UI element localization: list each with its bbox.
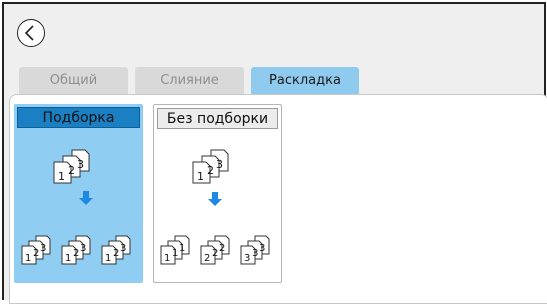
svg-text:2: 2	[68, 164, 75, 177]
down-arrow-icon	[208, 192, 222, 206]
collate-option[interactable]: Подборка 123 123 1 2 3 1 2 3	[14, 104, 143, 283]
svg-text:2: 2	[207, 164, 214, 177]
svg-text:3: 3	[252, 248, 258, 259]
svg-text:1: 1	[65, 253, 71, 264]
svg-text:1: 1	[197, 170, 204, 183]
back-button[interactable]	[17, 19, 45, 47]
svg-text:2: 2	[204, 253, 210, 264]
svg-text:3: 3	[80, 243, 86, 254]
svg-text:3: 3	[120, 243, 126, 254]
svg-text:2: 2	[219, 243, 225, 254]
uncollate-label: Без подборки	[157, 108, 278, 129]
document-stack-icon: 123	[192, 149, 229, 184]
svg-text:2: 2	[33, 248, 39, 259]
svg-text:2: 2	[113, 248, 119, 259]
svg-text:1: 1	[179, 243, 185, 254]
svg-text:1: 1	[58, 170, 65, 183]
down-arrow-icon	[79, 191, 93, 205]
svg-text:1: 1	[105, 253, 111, 264]
svg-text:3: 3	[259, 243, 265, 254]
tab-layout[interactable]: Раскладка	[251, 67, 359, 94]
svg-text:3: 3	[40, 243, 46, 254]
svg-text:1: 1	[172, 248, 178, 259]
svg-text:2: 2	[212, 248, 218, 259]
uncollate-option[interactable]: Без подборки 123 111 2 2 2 3 3 3	[153, 104, 282, 283]
svg-text:3: 3	[77, 158, 84, 171]
collate-label: Подборка	[17, 107, 140, 128]
svg-text:3: 3	[244, 253, 250, 264]
svg-text:3: 3	[216, 158, 223, 171]
uncollated-sets-icon: 111 222 333	[160, 235, 270, 265]
svg-text:1: 1	[164, 253, 170, 264]
document-stack-icon: 123	[53, 149, 90, 184]
tab-merge[interactable]: Слияние	[135, 67, 244, 94]
tab-general[interactable]: Общий	[19, 67, 128, 94]
svg-text:2: 2	[73, 248, 79, 259]
collated-sets-icon: 123 123 123	[21, 235, 131, 265]
back-arrow-icon	[24, 25, 34, 41]
svg-text:1: 1	[25, 253, 31, 264]
